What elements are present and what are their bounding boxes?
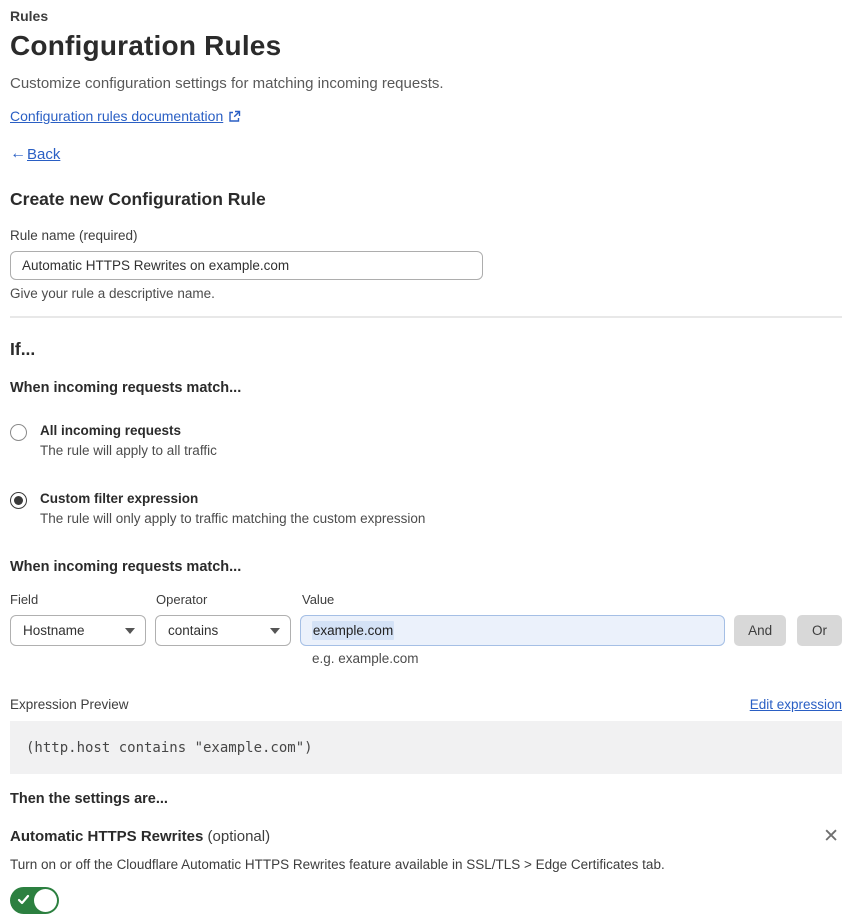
value-input-text: example.com	[311, 621, 395, 640]
radio-option-all-requests[interactable]: All incoming requests The rule will appl…	[10, 423, 842, 458]
expression-preview-label: Expression Preview	[10, 697, 129, 712]
rule-name-input[interactable]	[10, 251, 483, 280]
back-arrow-icon: ←	[10, 145, 26, 162]
radio-selected-icon[interactable]	[10, 492, 27, 509]
expression-builder-heading: When incoming requests match...	[10, 559, 242, 575]
operator-select[interactable]: contains	[154, 615, 291, 646]
radio-option-description: The rule will only apply to traffic matc…	[40, 511, 426, 526]
operator-column-label: Operator	[156, 592, 208, 607]
field-select[interactable]: Hostname	[10, 615, 146, 646]
rule-name-label: Rule name (required)	[10, 228, 138, 243]
edit-expression-link[interactable]: Edit expression	[750, 697, 842, 712]
setting-optional-label: (optional)	[203, 828, 271, 845]
rule-name-helper: Give your rule a descriptive name.	[10, 286, 215, 301]
check-icon	[17, 893, 30, 906]
radio-unselected-icon[interactable]	[10, 424, 27, 441]
back-row[interactable]: ← Back	[10, 145, 842, 163]
match-type-label: When incoming requests match...	[10, 380, 242, 396]
radio-option-label: All incoming requests	[40, 423, 182, 438]
create-rule-heading: Create new Configuration Rule	[10, 189, 266, 209]
automatic-https-rewrites-toggle[interactable]	[10, 887, 59, 914]
or-button[interactable]: Or	[796, 615, 842, 646]
value-helper-text: e.g. example.com	[312, 651, 419, 666]
setting-name: Automatic HTTPS Rewrites	[10, 828, 204, 845]
page-subtitle: Customize configuration settings for mat…	[10, 75, 444, 92]
field-select-value: Hostname	[23, 623, 85, 638]
if-heading: If...	[10, 339, 36, 359]
section-divider	[10, 316, 842, 318]
field-column-label: Field	[10, 592, 39, 607]
back-link[interactable]: Back	[27, 146, 60, 163]
operator-select-value: contains	[167, 623, 219, 638]
radio-option-description: The rule will apply to all traffic	[40, 443, 217, 458]
setting-title: Automatic HTTPS Rewrites (optional)	[10, 828, 270, 845]
close-icon[interactable]: ✕	[820, 827, 842, 846]
page-title: Configuration Rules	[10, 30, 282, 61]
expression-preview-code: (http.host contains "example.com")	[10, 721, 842, 774]
configuration-rules-page: Rules Configuration Rules Customize conf…	[0, 0, 852, 914]
then-settings-heading: Then the settings are...	[10, 791, 168, 807]
chevron-down-icon	[269, 627, 280, 634]
setting-description: Turn on or off the Cloudflare Automatic …	[10, 857, 665, 872]
radio-option-label: Custom filter expression	[40, 491, 199, 506]
toggle-knob	[34, 889, 57, 912]
documentation-link[interactable]: Configuration rules documentation	[10, 108, 223, 124]
chevron-down-icon	[124, 627, 135, 634]
external-link-icon	[228, 110, 241, 123]
radio-option-custom-filter[interactable]: Custom filter expression The rule will o…	[10, 491, 842, 526]
value-column-label: Value	[302, 592, 335, 607]
breadcrumb: Rules	[10, 8, 49, 24]
and-button[interactable]: And	[734, 615, 786, 646]
value-input[interactable]: example.com	[299, 615, 726, 646]
